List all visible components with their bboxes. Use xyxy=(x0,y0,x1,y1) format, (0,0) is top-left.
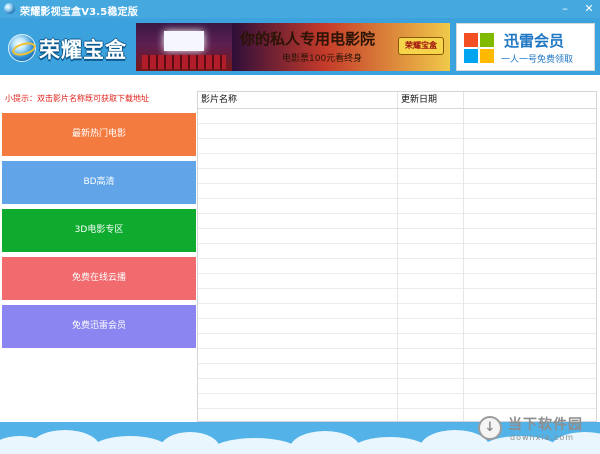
close-icon: ✕ xyxy=(584,2,594,15)
window-title: 荣耀影视宝盒V3.5稳定版 xyxy=(20,7,139,18)
xunlei-ad-banner[interactable]: 迅雷会员 一人一号免费领取 xyxy=(456,23,595,71)
watermark-url: downxia.com xyxy=(510,433,575,442)
column-divider xyxy=(463,109,464,421)
app-window: 荣耀影视宝盒V3.5稳定版 – ✕ 荣耀宝盒 你的私人专用电影院 电影票100元… xyxy=(0,0,600,454)
cloud-shape xyxy=(210,438,300,454)
watermark: ↓ 当下软件园 downxia.com xyxy=(476,414,594,448)
xunlei-subtitle: 一人一号免费领取 xyxy=(501,55,574,65)
sidebar-item-bd-hd[interactable]: BD高清 xyxy=(2,161,196,204)
windows-logo-icon xyxy=(464,33,494,63)
cloud-shape xyxy=(350,437,430,454)
minimize-button[interactable]: – xyxy=(554,0,576,18)
cinema-image xyxy=(136,23,232,71)
sidebar: 小提示：双击影片名称既可获取下载地址 最新热门电影 BD高清 3D电影专区 免费… xyxy=(2,91,196,422)
header: 荣耀宝盒 你的私人专用电影院 电影票100元看终身 荣耀宝盒 迅雷会员 一人一号… xyxy=(0,18,600,75)
cinema-seats xyxy=(142,55,226,69)
table-body[interactable] xyxy=(198,109,596,421)
minimize-icon: – xyxy=(562,2,568,15)
close-button[interactable]: ✕ xyxy=(578,0,600,18)
banner-badge: 荣耀宝盒 xyxy=(398,37,444,55)
banner-headline: 你的私人专用电影院 xyxy=(240,30,376,48)
column-divider xyxy=(397,109,398,421)
title-bar[interactable]: 荣耀影视宝盒V3.5稳定版 – ✕ xyxy=(0,0,600,18)
sidebar-item-3d-movies[interactable]: 3D电影专区 xyxy=(2,209,196,252)
sidebar-item-cloud-play[interactable]: 免费在线云播 xyxy=(2,257,196,300)
column-header-date[interactable]: 更新日期 xyxy=(398,92,464,108)
banner-subline: 电影票100元看终身 xyxy=(282,54,363,64)
sidebar-item-xunlei-vip[interactable]: 免费迅雷会员 xyxy=(2,305,196,348)
table-header: 影片名称 更新日期 xyxy=(198,92,596,109)
cloud-shape xyxy=(90,436,170,454)
xunlei-title: 迅雷会员 xyxy=(504,32,565,50)
cinema-ad-banner[interactable]: 你的私人专用电影院 电影票100元看终身 荣耀宝盒 xyxy=(136,23,450,71)
download-arrow-icon: ↓ xyxy=(478,416,502,440)
logo-text: 荣耀宝盒 xyxy=(39,38,127,62)
app-icon xyxy=(4,3,15,14)
column-header-title[interactable]: 影片名称 xyxy=(198,92,398,108)
app-logo: 荣耀宝盒 xyxy=(6,24,128,68)
sidebar-item-hot-movies[interactable]: 最新热门电影 xyxy=(2,113,196,156)
tip-text: 小提示：双击影片名称既可获取下载地址 xyxy=(5,94,149,103)
cinema-screen xyxy=(164,31,204,51)
watermark-text: 当下软件园 xyxy=(508,417,583,433)
movie-table[interactable]: 影片名称 更新日期 xyxy=(197,91,597,422)
